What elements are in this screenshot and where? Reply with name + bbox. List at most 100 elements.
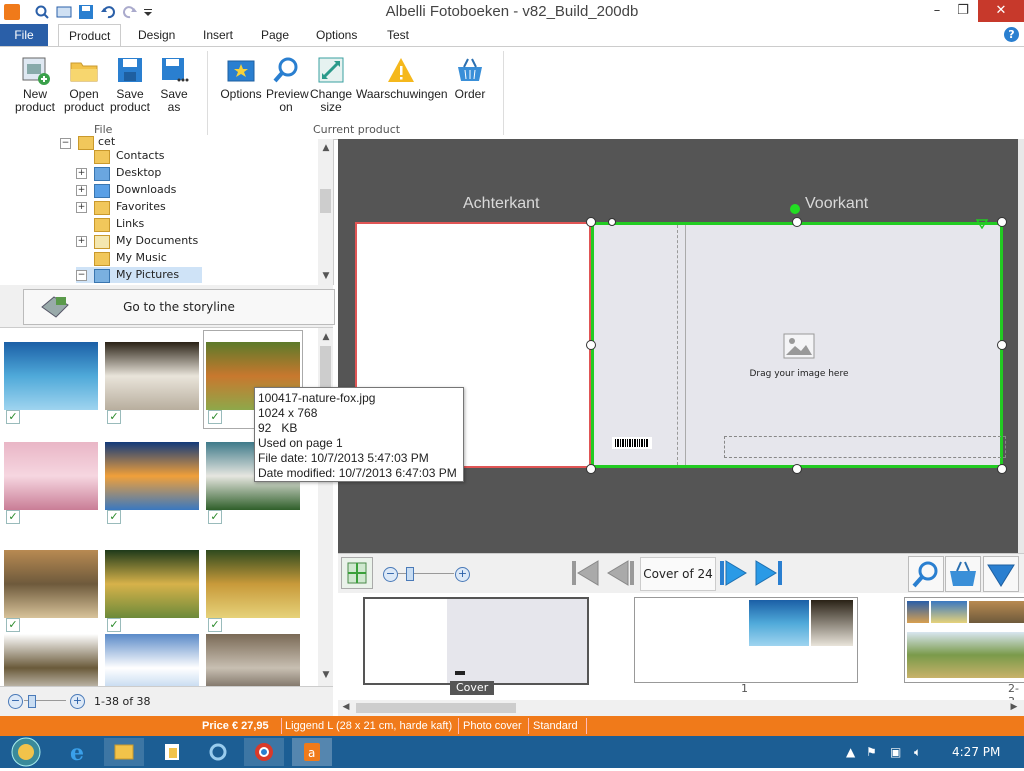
tree-item-my-pictures[interactable]: − My Pictures xyxy=(76,267,202,283)
used-checkmark-icon: ✓ xyxy=(107,510,121,524)
explorer-icon[interactable] xyxy=(104,738,144,766)
tree-expander[interactable]: + xyxy=(76,168,87,179)
previous-page-icon[interactable] xyxy=(604,556,638,590)
new-product-button[interactable]: New product xyxy=(12,55,58,114)
tab-page[interactable]: Page xyxy=(251,24,299,46)
thumbnail-dolphins[interactable] xyxy=(4,342,98,410)
options-button[interactable]: Options xyxy=(218,55,264,101)
resize-handle[interactable] xyxy=(997,340,1007,350)
image-thumbnails[interactable]: ✓ ✓ ✓ ✓ ✓ ✓ ✓ ✓ ✓ ▲ ▼ xyxy=(0,328,333,686)
scroll-right-icon[interactable]: ▶ xyxy=(1008,702,1020,712)
change-size-button[interactable]: Change size xyxy=(310,55,352,114)
resize-handle[interactable] xyxy=(792,217,802,227)
page-strip[interactable]: Cover 1 2-3 xyxy=(338,593,1024,708)
preview-button[interactable]: Preview on xyxy=(266,55,309,114)
scroll-left-icon[interactable]: ◀ xyxy=(340,702,352,712)
zoom-slider-thumb[interactable] xyxy=(406,567,414,581)
page-strip-scroll-thumb[interactable] xyxy=(356,703,516,713)
ribbon-separator xyxy=(207,51,208,135)
resize-handle[interactable] xyxy=(586,217,596,227)
tab-insert[interactable]: Insert xyxy=(193,24,243,46)
thumbnail-birds[interactable] xyxy=(206,634,300,686)
resize-handle[interactable] xyxy=(586,340,596,350)
zoom-out-icon[interactable]: − xyxy=(8,694,23,709)
thumbnail-pole[interactable] xyxy=(4,634,98,686)
tab-options[interactable]: Options xyxy=(306,24,367,46)
maximize-button[interactable]: ❐ xyxy=(946,0,980,22)
tooltip-file-date: File date: 10/7/2013 5:47:03 PM xyxy=(258,451,429,465)
dropdown-triangle-icon[interactable] xyxy=(983,556,1019,592)
tree-scroll-thumb[interactable] xyxy=(320,189,331,213)
tab-test[interactable]: Test xyxy=(377,24,419,46)
clock[interactable]: 4:27 PM xyxy=(952,745,1000,759)
canvas-scrollbar[interactable] xyxy=(1018,139,1024,553)
resize-handle[interactable] xyxy=(792,464,802,474)
thumbnail-white-lion[interactable] xyxy=(105,342,199,410)
zoom-in-icon[interactable]: + xyxy=(70,694,85,709)
zoom-in-icon[interactable]: + xyxy=(455,567,470,582)
help-icon[interactable]: ? xyxy=(1004,27,1019,42)
storyline-button[interactable]: Go to the storyline xyxy=(23,289,335,325)
chrome-icon[interactable] xyxy=(244,738,284,766)
folder-tree[interactable]: − cet Contacts + Desktop + Downloads + F… xyxy=(0,135,334,285)
scroll-down-icon[interactable]: ▼ xyxy=(320,670,332,680)
open-product-button[interactable]: Open product xyxy=(62,55,106,114)
tab-file[interactable]: File xyxy=(0,24,48,46)
thumbnail-sunset-sea[interactable] xyxy=(105,442,199,510)
save-product-button[interactable]: Save product xyxy=(108,55,152,114)
volume-icon[interactable]: 🔈︎ xyxy=(914,745,921,760)
status-price: Price € 27,95 xyxy=(202,720,269,732)
tray-expand-icon[interactable]: ▲ xyxy=(846,745,855,759)
preview-search-icon[interactable] xyxy=(908,556,944,592)
ribbon-tabs: File Product Design Insert Page Options … xyxy=(0,24,1024,47)
zoom-slider-thumb[interactable] xyxy=(28,695,36,708)
page-thumb-1[interactable] xyxy=(634,597,858,683)
resize-handle[interactable] xyxy=(586,464,596,474)
resize-handle[interactable] xyxy=(997,217,1007,227)
next-page-icon[interactable] xyxy=(716,556,750,590)
page-thumb-2-3[interactable] xyxy=(904,597,1024,683)
warnings-button[interactable]: Waarschuwingen xyxy=(356,55,448,101)
page-thumb-cover[interactable] xyxy=(363,597,589,685)
documents-folder-icon xyxy=(94,235,110,249)
front-cover-title: Voorkant xyxy=(805,195,869,212)
thumbnail-autumn-tree[interactable] xyxy=(206,550,300,618)
tree-expander[interactable]: + xyxy=(76,236,87,247)
tree-expander[interactable]: + xyxy=(76,202,87,213)
albelli-app-icon[interactable]: a xyxy=(292,738,332,766)
scroll-down-icon[interactable]: ▼ xyxy=(320,271,332,281)
first-page-icon[interactable] xyxy=(568,556,602,590)
scroll-up-icon[interactable]: ▲ xyxy=(320,143,332,153)
resize-handle[interactable] xyxy=(608,218,616,226)
rotate-handle[interactable] xyxy=(790,204,800,214)
flag-icon[interactable]: ⚑ xyxy=(866,745,877,759)
close-button[interactable]: ✕ xyxy=(978,0,1024,22)
text-frame[interactable] xyxy=(724,436,1006,458)
thumbnail-old-town[interactable] xyxy=(4,550,98,618)
resize-handle[interactable] xyxy=(997,464,1007,474)
ie-icon[interactable]: e xyxy=(58,738,98,766)
thumbnail-blossom[interactable] xyxy=(4,442,98,510)
scroll-up-icon[interactable]: ▲ xyxy=(320,332,332,342)
front-cover[interactable]: Drag your image here xyxy=(591,222,1006,468)
favorites-star-icon xyxy=(94,201,110,215)
thumbnail-wave[interactable] xyxy=(105,550,199,618)
tab-product[interactable]: Product xyxy=(58,24,122,47)
last-page-icon[interactable] xyxy=(752,556,786,590)
network-icon[interactable]: ▣ xyxy=(890,745,901,759)
save-as-button[interactable]: Save as xyxy=(154,55,194,114)
taskbar-app-icon[interactable] xyxy=(198,738,238,766)
order-button[interactable]: Order xyxy=(450,55,490,101)
taskbar-app-icon[interactable] xyxy=(152,738,192,766)
start-orb-icon[interactable] xyxy=(6,736,46,768)
zoom-out-icon[interactable]: − xyxy=(383,567,398,582)
order-basket-icon[interactable] xyxy=(945,556,981,592)
thumbnail-glacier[interactable] xyxy=(105,634,199,686)
tree-expander[interactable]: − xyxy=(76,270,87,281)
page-strip-scrollbar[interactable]: ◀ ▶ xyxy=(338,700,1024,716)
cover-canvas[interactable]: Achterkant Voorkant Drag your image here xyxy=(338,139,1024,553)
layout-grid-icon[interactable] xyxy=(341,557,373,589)
tree-expander[interactable]: + xyxy=(76,185,87,196)
tab-design[interactable]: Design xyxy=(128,24,185,46)
tree-expander[interactable]: − xyxy=(60,138,71,149)
